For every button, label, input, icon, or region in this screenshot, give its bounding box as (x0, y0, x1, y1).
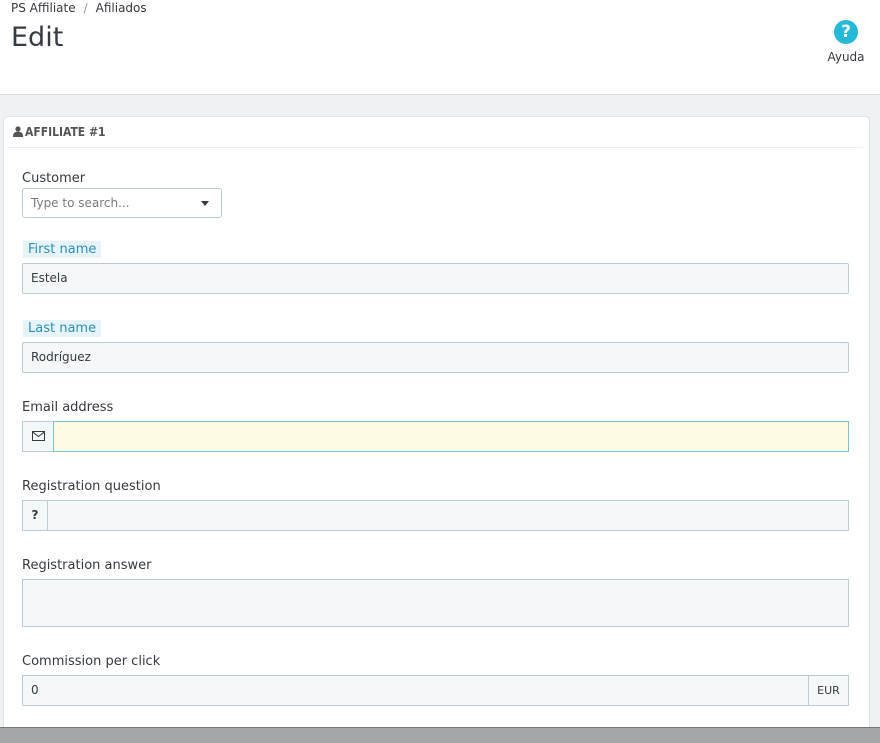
customer-select-placeholder: Type to search... (31, 196, 130, 210)
commission-input-group: 0 EUR (22, 675, 849, 706)
question-mark-icon: ? (22, 500, 48, 531)
registration-question-group: ? (22, 500, 849, 531)
last-name-input[interactable]: Rodríguez (22, 342, 849, 373)
first-name-label: First name (23, 241, 102, 258)
breadcrumb-current[interactable]: Afiliados (96, 1, 147, 15)
breadcrumb: PS Affiliate / Afiliados (11, 1, 147, 15)
question-circle-icon: ? (834, 20, 858, 44)
email-label: Email address (22, 400, 114, 415)
customer-label: Customer (22, 171, 86, 186)
commission-per-click-label: Commission per click (22, 654, 161, 669)
caret-down-icon (201, 201, 209, 206)
last-name-label: Last name (23, 320, 102, 337)
page-title: Edit (11, 22, 64, 53)
panel-heading: AFFILIATE #1 (8, 117, 863, 148)
email-input-group (22, 421, 849, 452)
registration-answer-textarea[interactable] (22, 579, 849, 627)
email-input[interactable] (53, 421, 849, 452)
help-button[interactable]: ? Ayuda (826, 20, 866, 64)
breadcrumb-parent[interactable]: PS Affiliate (11, 1, 76, 15)
help-label: Ayuda (827, 50, 865, 64)
bottom-scrollbar[interactable] (0, 727, 880, 743)
registration-answer-label: Registration answer (22, 558, 152, 573)
first-name-input[interactable]: Estela (22, 263, 849, 294)
user-icon (13, 118, 23, 148)
page-header: PS Affiliate / Afiliados Edit ? Ayuda (0, 0, 880, 95)
breadcrumb-separator: / (83, 1, 88, 15)
envelope-icon (22, 421, 54, 452)
commission-per-click-input[interactable]: 0 (22, 675, 809, 706)
currency-suffix: EUR (808, 675, 849, 706)
registration-question-input[interactable] (47, 500, 849, 531)
panel-heading-text: AFFILIATE #1 (25, 125, 106, 139)
registration-question-label: Registration question (22, 479, 161, 494)
customer-select[interactable]: Type to search... (22, 188, 222, 218)
